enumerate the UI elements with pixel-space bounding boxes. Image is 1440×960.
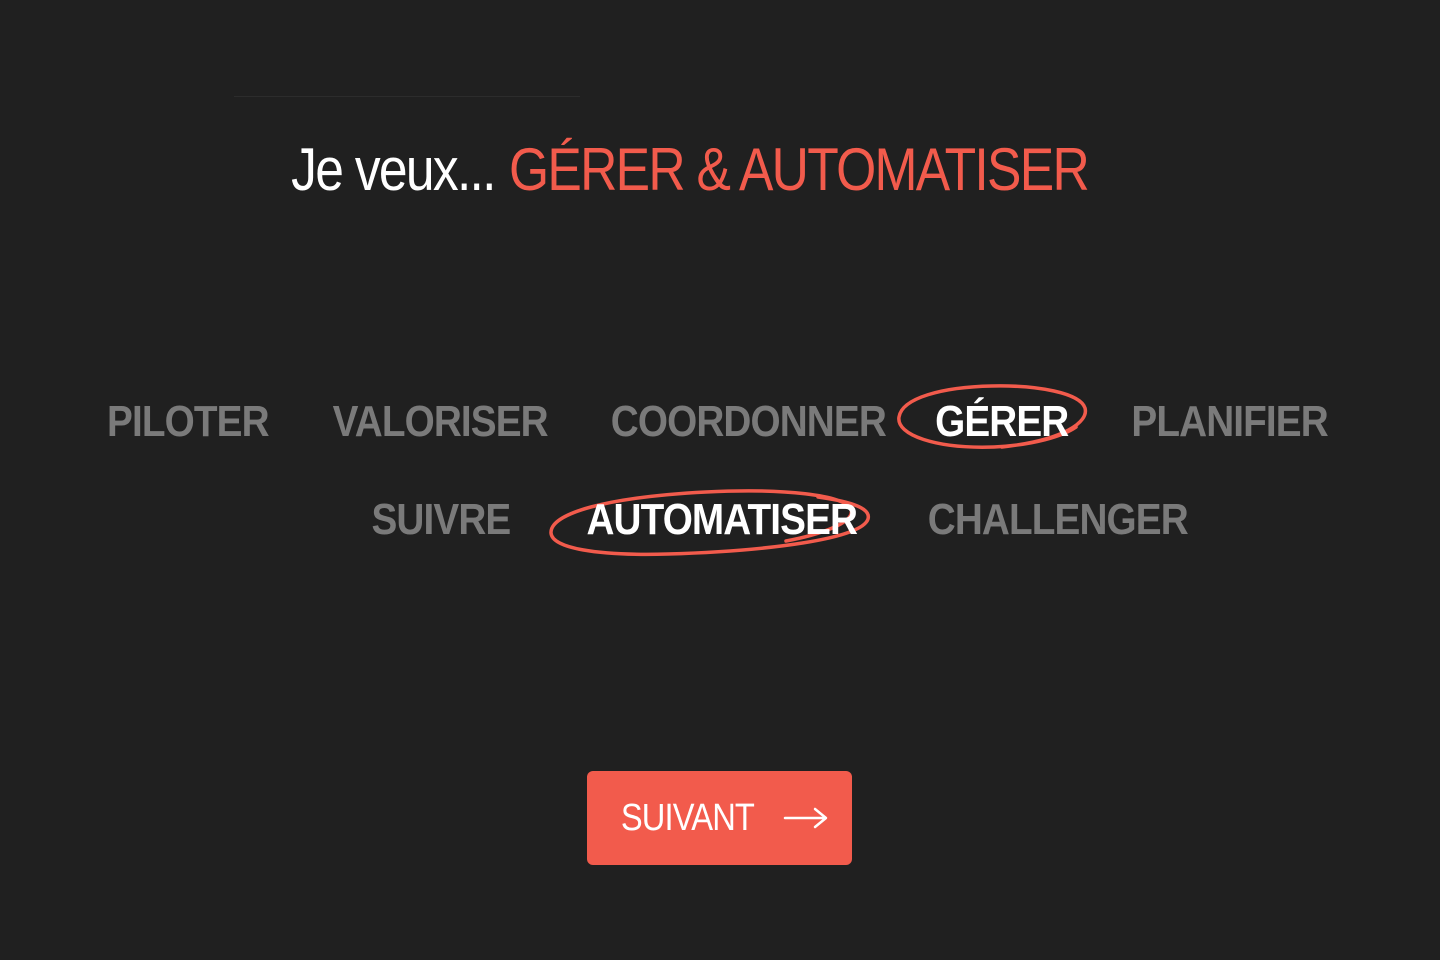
next-button-label: SUIVANT <box>620 796 755 839</box>
next-button[interactable]: SUIVANT <box>587 771 852 865</box>
onboarding-screen: Je veux... GÉRER & AUTOMATISER PILOTER VA… <box>0 0 1440 960</box>
arrow-right-icon <box>783 807 828 829</box>
top-divider <box>234 96 580 97</box>
option-label: CHALLENGER <box>927 495 1189 544</box>
option-label: SUIVRE <box>371 495 511 544</box>
headline-selected-answer: GÉRER & AUTOMATISER <box>508 136 1090 203</box>
option-label: PILOTER <box>107 397 270 446</box>
option-planifier[interactable]: PLANIFIER <box>1118 394 1328 450</box>
option-challenger[interactable]: CHALLENGER <box>910 492 1189 548</box>
option-valoriser[interactable]: VALORISER <box>318 394 549 450</box>
option-gerer[interactable]: GÉRER <box>897 384 1088 450</box>
option-piloter[interactable]: PILOTER <box>96 394 270 450</box>
option-suivre[interactable]: SUIVRE <box>362 492 511 548</box>
option-label: PLANIFIER <box>1131 397 1328 446</box>
headline-prefix: Je veux... <box>291 136 496 203</box>
option-label: COORDONNER <box>610 397 887 446</box>
option-label: VALORISER <box>332 397 549 446</box>
option-label: AUTOMATISER <box>586 495 858 544</box>
option-automatiser[interactable]: AUTOMATISER <box>549 489 871 557</box>
selection-headline: Je veux... GÉRER & AUTOMATISER <box>0 130 1440 210</box>
option-coordonner[interactable]: COORDONNER <box>592 394 887 450</box>
option-label: GÉRER <box>935 397 1069 446</box>
